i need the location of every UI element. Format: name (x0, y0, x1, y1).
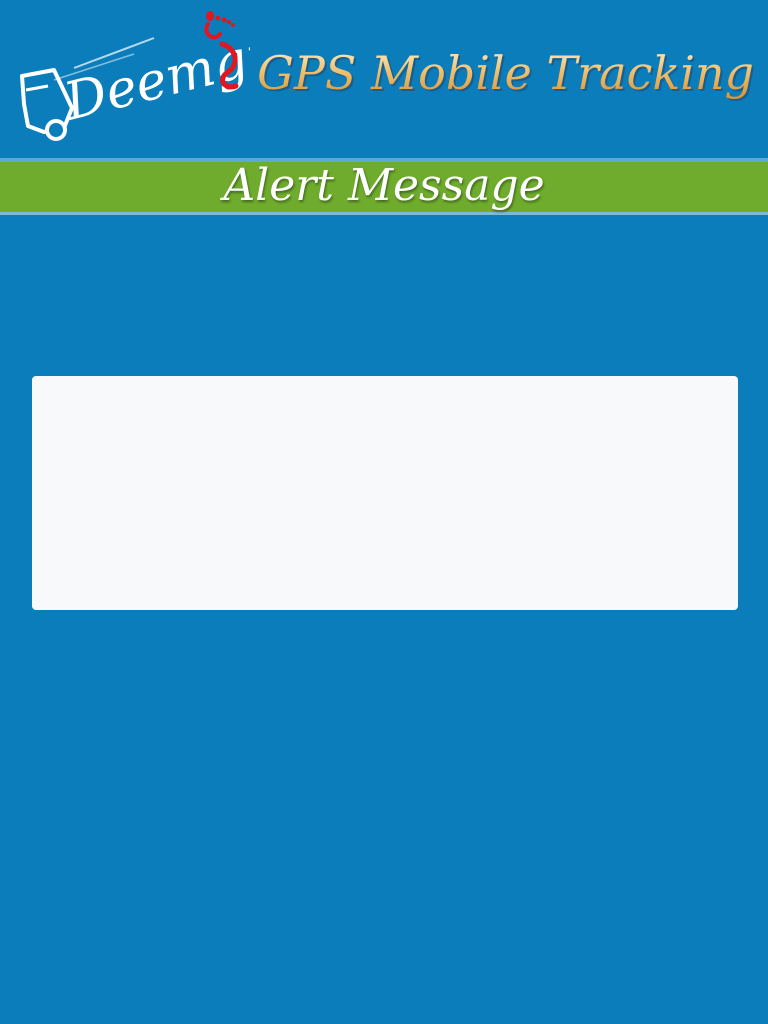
alert-message-panel (32, 376, 738, 610)
app-title: GPS Mobile Tracking (257, 46, 754, 100)
section-banner: Alert Message (0, 160, 768, 215)
alert-page: Deemgp GPS Mobile Tracking GPS Mobile Tr… (0, 0, 768, 1024)
page-title: Alert Message (223, 160, 545, 211)
deemgps-logo: Deemgp (14, 8, 250, 148)
alert-message-text (32, 376, 738, 416)
truck-logo-icon: Deemgp (20, 11, 250, 141)
app-header: Deemgp GPS Mobile Tracking GPS Mobile Tr… (0, 0, 768, 158)
